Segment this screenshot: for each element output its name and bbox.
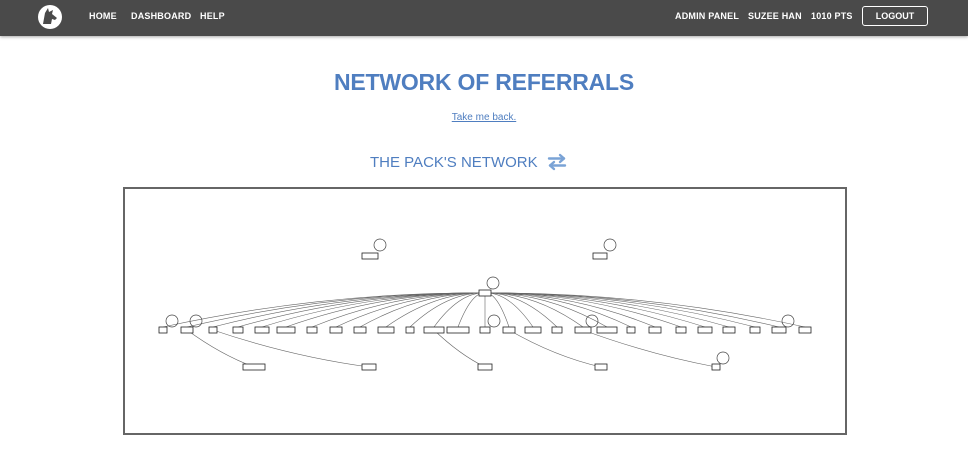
graph-edge (484, 292, 534, 328)
graph-self-loop (716, 351, 730, 365)
graph-edge (582, 329, 717, 368)
graph-node (711, 363, 721, 371)
nav-dashboard-link[interactable]: DASHBOARD (131, 11, 191, 21)
graph-edge (212, 329, 370, 368)
swap-arrows-icon[interactable] (546, 153, 568, 171)
referral-network-graph (123, 187, 847, 435)
graph-edge (162, 292, 486, 328)
graph-node (158, 326, 168, 334)
page-title: NETWORK OF REFERRALS (333, 69, 635, 95)
graph-node (626, 326, 636, 334)
graph-self-loop (373, 238, 387, 252)
user-name-link[interactable]: SUZEE HAN (748, 11, 802, 21)
points-display: 1010 PTS (811, 11, 853, 21)
graph-node (551, 326, 563, 334)
graph-self-loop (781, 314, 795, 328)
nav-home-link[interactable]: HOME (89, 11, 117, 21)
graph-edge (484, 292, 656, 328)
logout-button[interactable]: LOGOUT (862, 6, 928, 26)
graph-node (592, 252, 608, 260)
graph-edge (186, 329, 255, 368)
graph-node (596, 326, 618, 334)
graph-node (479, 326, 491, 334)
graph-node (477, 363, 493, 371)
graph-edge (484, 292, 558, 328)
graph-node (353, 326, 367, 334)
graph-node (478, 289, 492, 297)
graph-node (502, 326, 516, 334)
graph-node (697, 326, 713, 334)
graph-node (524, 326, 542, 334)
top-navbar: HOME DASHBOARD HELP ADMIN PANEL SUZEE HA… (0, 0, 968, 36)
graph-node (232, 326, 244, 334)
back-link[interactable]: Take me back. (452, 112, 516, 123)
graph-node (361, 363, 377, 371)
graph-node (771, 326, 787, 334)
graph-node (180, 326, 194, 334)
graph-edge (186, 292, 486, 328)
graph-edge (457, 292, 486, 328)
graph-node (574, 326, 592, 334)
graph-node (446, 326, 470, 334)
graph-node (798, 326, 812, 334)
graph-node (405, 326, 415, 334)
wolf-logo-icon[interactable] (37, 4, 63, 30)
graph-edge (433, 329, 486, 368)
graph-node (306, 326, 318, 334)
graph-node (594, 363, 608, 371)
graph-node (208, 326, 218, 334)
graph-node (675, 326, 687, 334)
graph-edge (433, 292, 486, 328)
back-link-container: Take me back. (0, 112, 968, 123)
graph-node (377, 326, 395, 334)
graph-self-loop (486, 276, 500, 290)
graph-edge (484, 292, 510, 328)
graph-node (423, 326, 445, 334)
graph-node (276, 326, 296, 334)
graph-self-loop (603, 238, 617, 252)
section-title: THE PACK'S NETWORK (370, 154, 538, 171)
graph-edge (508, 329, 602, 368)
graph-node (329, 326, 343, 334)
graph-node (749, 326, 761, 334)
graph-node (648, 326, 662, 334)
graph-node (361, 252, 379, 260)
graph-edge (311, 292, 486, 328)
graph-node (254, 326, 270, 334)
admin-panel-link[interactable]: ADMIN PANEL (675, 11, 739, 21)
network-graph-canvas (158, 238, 812, 371)
graph-self-loop (487, 314, 501, 328)
graph-node (242, 363, 266, 371)
graph-node (722, 326, 736, 334)
nav-help-link[interactable]: HELP (200, 11, 225, 21)
